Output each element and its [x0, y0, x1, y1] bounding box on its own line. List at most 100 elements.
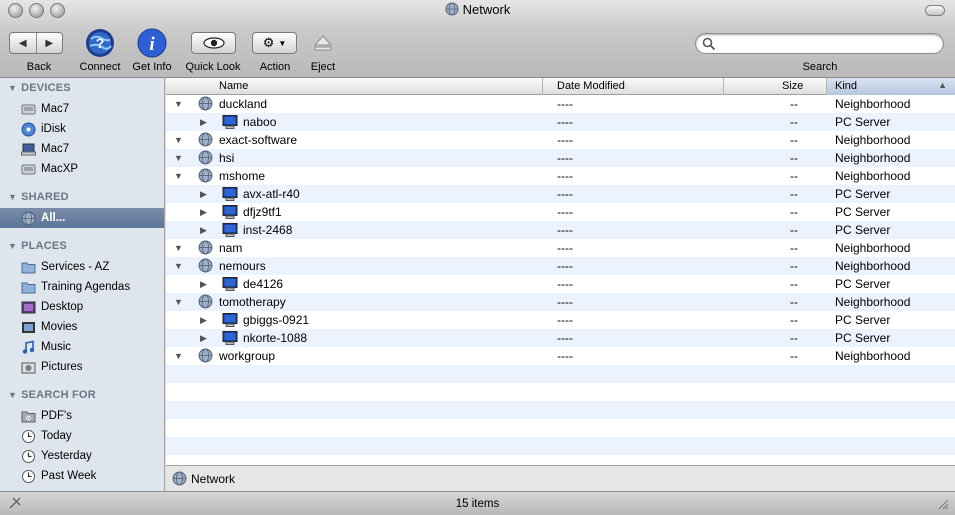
column-header-kind[interactable]: Kind ▲	[827, 78, 955, 95]
disclosure-triangle-icon[interactable]: ▼	[8, 390, 17, 400]
sidebar-header-label: PLACES	[21, 240, 67, 252]
sidebar-item-idisk[interactable]: iDisk	[0, 119, 164, 139]
svg-text:i: i	[149, 34, 155, 55]
disclosure-collapsed-icon[interactable]: ▶	[200, 225, 207, 236]
row-name: inst-2468	[243, 223, 293, 237]
row-name: tomotherapy	[219, 295, 286, 309]
sidebar-item-mac7[interactable]: Mac7	[0, 139, 164, 159]
sidebar-item-macxp[interactable]: MacXP	[0, 159, 164, 179]
row-date-modified: ----	[557, 169, 573, 183]
action-button[interactable]: ⚙ ▼	[252, 32, 297, 54]
search-icon	[702, 37, 716, 51]
sidebar-item-label: Mac7	[41, 103, 70, 115]
list-row-pc-server[interactable]: ▶ nkorte-1088 ---- -- PC Server	[166, 329, 955, 347]
disclosure-expanded-icon[interactable]: ▼	[174, 171, 183, 181]
list-row-pc-server[interactable]: ▶ de4126 ---- -- PC Server	[166, 275, 955, 293]
disclosure-collapsed-icon[interactable]: ▶	[200, 207, 207, 218]
row-kind: Neighborhood	[835, 259, 911, 273]
disclosure-collapsed-icon[interactable]: ▶	[200, 333, 207, 344]
sidebar-item-mac7[interactable]: Mac7	[0, 99, 164, 119]
item-count: 15 items	[455, 498, 500, 510]
disclosure-triangle-icon[interactable]: ▼	[8, 192, 17, 202]
disclosure-expanded-icon[interactable]: ▼	[174, 99, 183, 109]
disclosure-collapsed-icon[interactable]: ▶	[200, 279, 207, 290]
toolbar-toggle-button[interactable]	[925, 5, 945, 16]
row-kind: Neighborhood	[835, 97, 911, 111]
sidebar-item-yesterday[interactable]: Yesterday	[0, 446, 164, 466]
disclosure-expanded-icon[interactable]: ▼	[174, 243, 183, 253]
sidebar-item-label: All...	[41, 212, 66, 224]
back-forward-control[interactable]: ◀ ▶	[9, 32, 63, 54]
row-date-modified: ----	[557, 97, 573, 111]
disclosure-collapsed-icon[interactable]: ▶	[200, 117, 207, 128]
disclosure-collapsed-icon[interactable]: ▶	[200, 189, 207, 200]
row-kind: PC Server	[835, 115, 891, 129]
row-kind: Neighborhood	[835, 133, 911, 147]
sidebar-item-services-az[interactable]: Services - AZ	[0, 257, 164, 277]
sidebar-item-training-agendas[interactable]: Training Agendas	[0, 277, 164, 297]
list-row-neighborhood[interactable]: ▼ mshome ---- -- Neighborhood	[166, 167, 955, 185]
sidebar-item-label: Today	[41, 430, 72, 442]
sidebar-item-music[interactable]: Music	[0, 337, 164, 357]
file-list: Name Date Modified Size Kind ▲ ▼ duckland…	[166, 78, 955, 465]
quick-look-button[interactable]	[191, 32, 236, 54]
sidebar-item-all[interactable]: All...	[0, 208, 164, 228]
disclosure-expanded-icon[interactable]: ▼	[174, 261, 183, 271]
row-size: --	[790, 97, 798, 111]
sidebar-header-label: SHARED	[21, 191, 69, 203]
disclosure-triangle-icon[interactable]: ▼	[8, 83, 17, 93]
list-row-neighborhood[interactable]: ▼ duckland ---- -- Neighborhood	[166, 95, 955, 113]
column-header-size[interactable]: Size	[782, 80, 803, 92]
eject-icon[interactable]	[313, 33, 333, 53]
row-name: mshome	[219, 169, 266, 183]
list-row-pc-server[interactable]: ▶ naboo ---- -- PC Server	[166, 113, 955, 131]
connect-icon[interactable]: ?	[85, 28, 115, 58]
sidebar-item-past-week[interactable]: Past Week	[0, 466, 164, 486]
path-bar-item[interactable]: Network	[191, 472, 235, 486]
gear-icon: ⚙	[262, 35, 275, 50]
empty-row	[166, 401, 955, 419]
row-kind: Neighborhood	[835, 241, 911, 255]
row-date-modified: ----	[557, 133, 573, 147]
sidebar-header-devices[interactable]: ▼ DEVICES	[8, 82, 71, 94]
row-name: dfjz9tf1	[243, 205, 282, 219]
list-row-neighborhood[interactable]: ▼ tomotherapy ---- -- Neighborhood	[166, 293, 955, 311]
get-info-icon[interactable]: i	[137, 28, 167, 58]
sidebar-item-desktop[interactable]: Desktop	[0, 297, 164, 317]
sidebar-item-label: Mac7	[41, 143, 70, 155]
sidebar-header-search-for[interactable]: ▼ SEARCH FOR	[8, 389, 96, 401]
disclosure-expanded-icon[interactable]: ▼	[174, 135, 183, 145]
sidebar-item-pdf-s[interactable]: ⚙ PDF's	[0, 406, 164, 426]
sidebar-item-today[interactable]: Today	[0, 426, 164, 446]
column-header-date[interactable]: Date Modified	[557, 80, 625, 92]
window-title-text: Network	[462, 2, 511, 17]
sidebar-item-label: PDF's	[41, 410, 72, 422]
disclosure-expanded-icon[interactable]: ▼	[174, 297, 183, 307]
list-row-pc-server[interactable]: ▶ dfjz9tf1 ---- -- PC Server	[166, 203, 955, 221]
sidebar-header-places[interactable]: ▼ PLACES	[8, 240, 67, 252]
search-field[interactable]	[695, 33, 944, 54]
list-row-neighborhood[interactable]: ▼ nemours ---- -- Neighborhood	[166, 257, 955, 275]
forward-arrow-icon[interactable]: ▶	[35, 33, 63, 53]
sidebar-item-movies[interactable]: Movies	[0, 317, 164, 337]
sidebar-header-shared[interactable]: ▼ SHARED	[8, 191, 69, 203]
back-arrow-icon[interactable]: ◀	[10, 33, 36, 53]
list-row-neighborhood[interactable]: ▼ workgroup ---- -- Neighborhood	[166, 347, 955, 365]
list-row-pc-server[interactable]: ▶ inst-2468 ---- -- PC Server	[166, 221, 955, 239]
network-globe-icon	[172, 471, 187, 486]
list-row-neighborhood[interactable]: ▼ nam ---- -- Neighborhood	[166, 239, 955, 257]
disclosure-expanded-icon[interactable]: ▼	[174, 351, 183, 361]
sidebar-item-pictures[interactable]: Pictures	[0, 357, 164, 377]
row-size: --	[790, 151, 798, 165]
list-row-pc-server[interactable]: ▶ gbiggs-0921 ---- -- PC Server	[166, 311, 955, 329]
disclosure-triangle-icon[interactable]: ▼	[8, 241, 17, 251]
list-row-neighborhood[interactable]: ▼ hsi ---- -- Neighborhood	[166, 149, 955, 167]
column-header-name[interactable]: Name	[219, 80, 248, 92]
network-globe-icon	[21, 211, 36, 226]
disclosure-expanded-icon[interactable]: ▼	[174, 153, 183, 163]
row-size: --	[790, 169, 798, 183]
list-row-pc-server[interactable]: ▶ avx-atl-r40 ---- -- PC Server	[166, 185, 955, 203]
list-row-neighborhood[interactable]: ▼ exact-software ---- -- Neighborhood	[166, 131, 955, 149]
disclosure-collapsed-icon[interactable]: ▶	[200, 315, 207, 326]
resize-grip-icon[interactable]	[937, 498, 949, 510]
